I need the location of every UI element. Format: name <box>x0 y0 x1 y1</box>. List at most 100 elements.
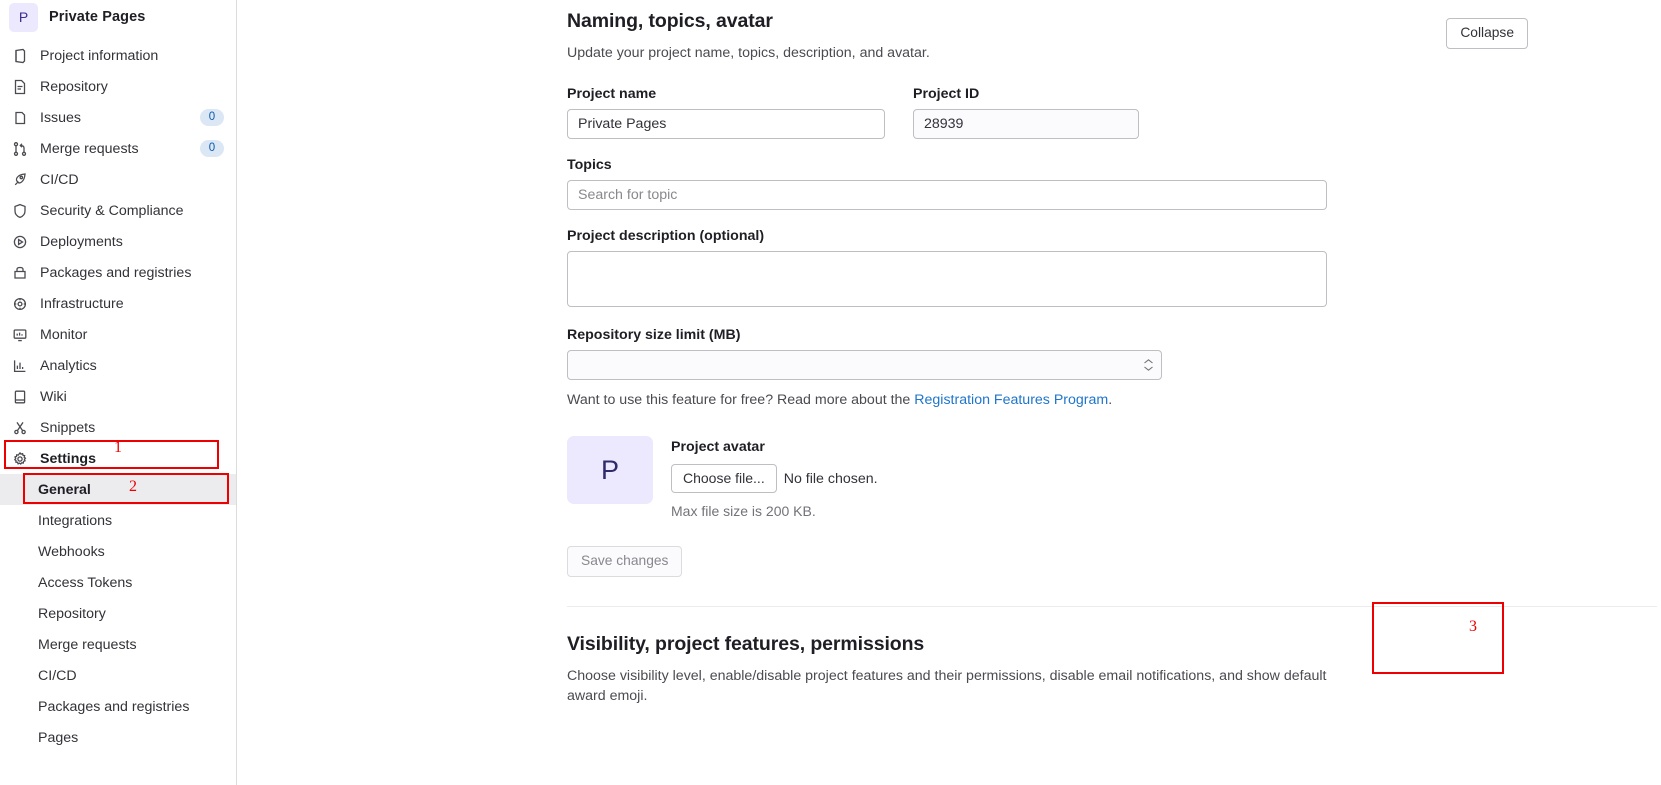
sidebar-item-label: Merge requests <box>40 140 139 157</box>
name-id-row: Project name Project ID <box>567 86 1327 139</box>
sidebar-item-label: Project information <box>40 47 159 64</box>
project-avatar-small: P <box>9 2 38 32</box>
book-icon <box>11 388 28 405</box>
sidebar-subitem-access-tokens[interactable]: Access Tokens <box>0 567 236 598</box>
choose-file-button[interactable]: Choose file... <box>671 464 777 493</box>
topics-label: Topics <box>567 157 612 173</box>
no-file-chosen-text: No file chosen. <box>783 470 878 487</box>
avatar-controls: Project avatar Choose file... No file ch… <box>671 436 878 519</box>
project-icon <box>11 47 28 64</box>
deployments-icon <box>11 233 28 250</box>
repository-size-limit-label: Repository size limit (MB) <box>567 327 741 343</box>
sidebar-item-label: Monitor <box>40 326 88 343</box>
project-sidebar: P Private Pages Project information Repo… <box>0 0 237 785</box>
save-changes-wrap: Save changes <box>567 546 1327 577</box>
registration-features-program-link[interactable]: Registration Features Program <box>914 392 1108 408</box>
sidebar-item-security-compliance[interactable]: Security & Compliance <box>0 195 236 226</box>
sidebar-item-label: Repository <box>40 78 108 95</box>
sidebar-item-wiki[interactable]: Wiki <box>0 381 236 412</box>
sidebar-subitem-packages-registries[interactable]: Packages and registries <box>0 691 236 722</box>
sidebar-item-label: Deployments <box>40 233 123 250</box>
sidebar-item-infrastructure[interactable]: Infrastructure <box>0 288 236 319</box>
section-divider <box>567 606 1657 607</box>
project-description-textarea[interactable] <box>567 251 1327 307</box>
sidebar-item-label: Issues <box>40 109 82 126</box>
sidebar-nav: Project information Repository Issues 0 <box>0 40 236 753</box>
sidebar-item-label: Wiki <box>40 388 67 405</box>
sidebar-item-snippets[interactable]: Snippets <box>0 412 236 443</box>
sidebar-subitem-pages[interactable]: Pages <box>0 722 236 753</box>
project-avatar-preview: P <box>567 436 653 504</box>
cloud-gear-icon <box>11 295 28 312</box>
repository-size-limit-field: Repository size limit (MB) Want to use t… <box>567 327 1327 410</box>
project-name-field: Project name <box>567 86 885 139</box>
gear-icon <box>11 450 28 467</box>
sidebar-item-deployments[interactable]: Deployments <box>0 226 236 257</box>
sidebar-item-label: Settings <box>40 450 96 467</box>
sidebar-item-monitor[interactable]: Monitor <box>0 319 236 350</box>
project-name-title: Private Pages <box>49 9 146 25</box>
sidebar-item-settings[interactable]: Settings <box>0 443 236 474</box>
project-avatar-label: Project avatar <box>671 439 765 455</box>
project-id-input[interactable] <box>913 109 1139 139</box>
collapse-button[interactable]: Collapse <box>1446 18 1528 49</box>
sidebar-item-repository[interactable]: Repository <box>0 71 236 102</box>
number-stepper-icon[interactable] <box>1144 359 1153 371</box>
shield-icon <box>11 202 28 219</box>
issues-icon <box>11 109 28 126</box>
sidebar-item-label: Snippets <box>40 419 96 436</box>
sidebar-subitem-merge-requests[interactable]: Merge requests <box>0 629 236 660</box>
sidebar-item-packages-registries[interactable]: Packages and registries <box>0 257 236 288</box>
merge-requests-count-badge: 0 <box>200 140 224 157</box>
repository-size-limit-input[interactable] <box>567 350 1162 380</box>
sidebar-item-label: CI/CD <box>40 171 79 188</box>
project-name-label: Project name <box>567 86 657 102</box>
rocket-icon <box>11 171 28 188</box>
sidebar-subitem-integrations[interactable]: Integrations <box>0 505 236 536</box>
visibility-section-header: Visibility, project features, permission… <box>237 632 1661 706</box>
sidebar-subitem-general[interactable]: General <box>0 474 236 505</box>
settings-main-content: Naming, topics, avatar Update your proje… <box>237 0 1661 785</box>
sidebar-item-label: Packages and registries <box>40 264 192 281</box>
sidebar-project-header[interactable]: P Private Pages <box>0 0 236 34</box>
topics-field: Topics <box>567 157 1327 210</box>
project-description-label: Project description (optional) <box>567 228 765 244</box>
package-icon <box>11 264 28 281</box>
save-changes-button[interactable]: Save changes <box>567 546 683 577</box>
project-description-field: Project description (optional) <box>567 228 1327 312</box>
naming-form: Project name Project ID Topics Project d <box>237 63 1327 577</box>
registration-features-hint: Want to use this feature for free? Read … <box>567 390 1327 410</box>
sidebar-item-label: Security & Compliance <box>40 202 184 219</box>
sidebar-item-cicd[interactable]: CI/CD <box>0 164 236 195</box>
naming-topics-avatar-section: Naming, topics, avatar Update your proje… <box>237 9 1661 607</box>
monitor-icon <box>11 326 28 343</box>
scissors-icon <box>11 419 28 436</box>
visibility-section-title: Visibility, project features, permission… <box>567 633 925 655</box>
project-name-input[interactable] <box>567 109 885 139</box>
max-file-size-text: Max file size is 200 KB. <box>671 503 816 519</box>
sidebar-item-label: Analytics <box>40 357 97 374</box>
repository-size-limit-wrap <box>567 350 1162 380</box>
project-avatar-row: P Project avatar Choose file... No file … <box>567 436 1327 519</box>
file-upload-row: Choose file... No file chosen. <box>671 464 878 493</box>
sidebar-item-analytics[interactable]: Analytics <box>0 350 236 381</box>
hint-prefix-text: Want to use this feature for free? Read … <box>567 392 915 408</box>
project-id-field: Project ID <box>913 86 1139 139</box>
sidebar-subitem-repository[interactable]: Repository <box>0 598 236 629</box>
document-icon <box>11 78 28 95</box>
topics-input[interactable] <box>567 180 1327 210</box>
sidebar-item-project-information[interactable]: Project information <box>0 40 236 71</box>
sidebar-subitem-cicd[interactable]: CI/CD <box>0 660 236 691</box>
merge-request-icon <box>11 140 28 157</box>
visibility-features-permissions-section: Visibility, project features, permission… <box>237 632 1661 706</box>
issues-count-badge: 0 <box>200 109 224 126</box>
sidebar-subitem-webhooks[interactable]: Webhooks <box>0 536 236 567</box>
sidebar-item-issues[interactable]: Issues 0 <box>0 102 236 133</box>
gitlab-project-settings-page: P Private Pages Project information Repo… <box>0 0 1661 785</box>
visibility-section-description: Choose visibility level, enable/disable … <box>567 668 1327 704</box>
sidebar-item-merge-requests[interactable]: Merge requests 0 <box>0 133 236 164</box>
chart-icon <box>11 357 28 374</box>
hint-suffix-text: . <box>1108 392 1113 408</box>
sidebar-item-label: Infrastructure <box>40 295 124 312</box>
collapse-button-wrap: Collapse <box>1446 18 1528 49</box>
